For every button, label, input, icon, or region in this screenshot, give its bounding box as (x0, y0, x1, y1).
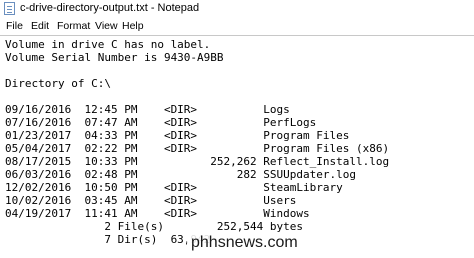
text-editor-area[interactable]: Volume in drive C has no label. Volume S… (0, 36, 474, 258)
menu-help[interactable]: Help (121, 19, 145, 33)
menu-edit[interactable]: Edit (30, 19, 50, 33)
menu-bar: File Edit Format View Help (0, 18, 474, 34)
notepad-icon (4, 2, 15, 15)
window-title: c-drive-directory-output.txt - Notepad (20, 2, 200, 14)
menu-view[interactable]: View (94, 19, 119, 33)
document-text[interactable]: Volume in drive C has no label. Volume S… (5, 38, 389, 246)
watermark: phhsnews.com (187, 232, 302, 253)
title-bar[interactable]: c-drive-directory-output.txt - Notepad (0, 0, 474, 17)
notepad-window: c-drive-directory-output.txt - Notepad F… (0, 0, 474, 258)
menu-format[interactable]: Format (56, 19, 91, 33)
menu-file[interactable]: File (5, 19, 24, 33)
